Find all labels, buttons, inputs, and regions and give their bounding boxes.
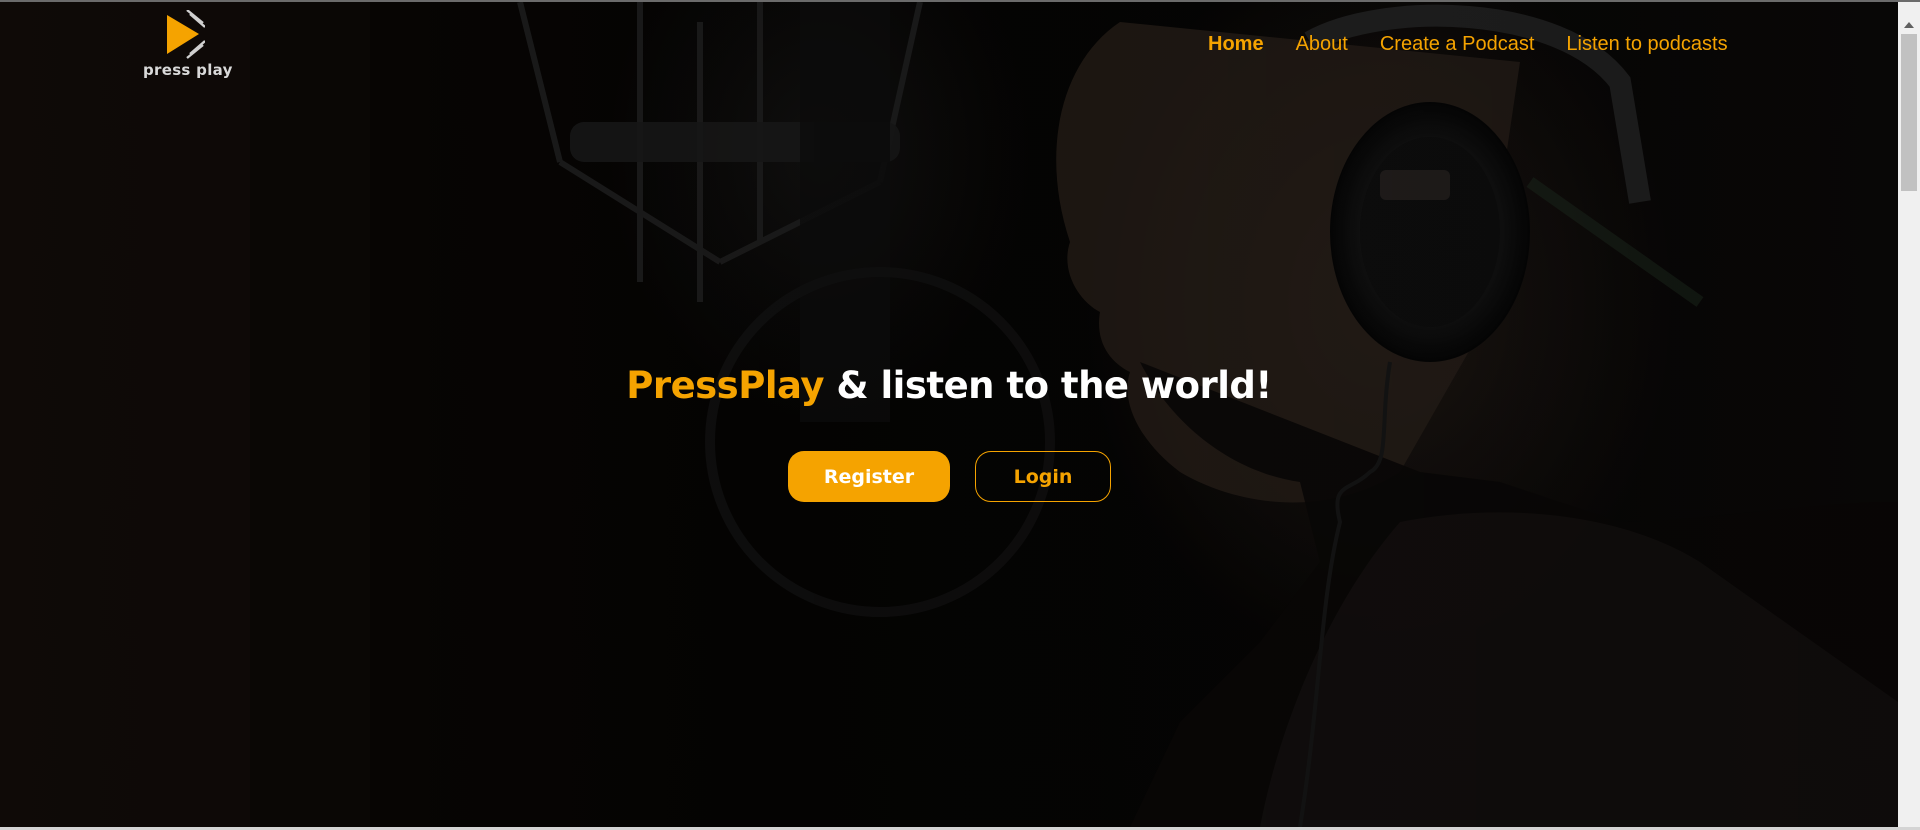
play-triangle-icon: [167, 10, 205, 59]
hero-background-photo: [0, 2, 1898, 827]
logo-text: press play: [143, 61, 233, 79]
login-button[interactable]: Login: [975, 451, 1111, 502]
hero-headline: PressPlay & listen to the world!: [0, 364, 1898, 407]
nav-create-podcast[interactable]: Create a Podcast: [1380, 32, 1535, 56]
register-button[interactable]: Register: [788, 451, 950, 502]
main-nav: Home About Create a Podcast Listen to po…: [1208, 32, 1728, 56]
scrollbar-thumb[interactable]: [1901, 34, 1917, 191]
headline-brand: PressPlay: [626, 364, 824, 407]
nav-about[interactable]: About: [1296, 32, 1348, 56]
headline-tagline: & listen to the world!: [823, 364, 1272, 407]
hero-section: press play Home About Create a Podcast L…: [0, 2, 1898, 827]
window-top-border: [0, 0, 1920, 2]
nav-listen-podcasts[interactable]: Listen to podcasts: [1566, 32, 1727, 56]
nav-home[interactable]: Home: [1208, 32, 1264, 56]
vertical-scrollbar[interactable]: [1898, 2, 1920, 828]
press-play-logo[interactable]: press play: [140, 10, 240, 82]
scroll-up-arrow-icon[interactable]: [1904, 22, 1914, 28]
browser-viewport: press play Home About Create a Podcast L…: [0, 0, 1920, 830]
